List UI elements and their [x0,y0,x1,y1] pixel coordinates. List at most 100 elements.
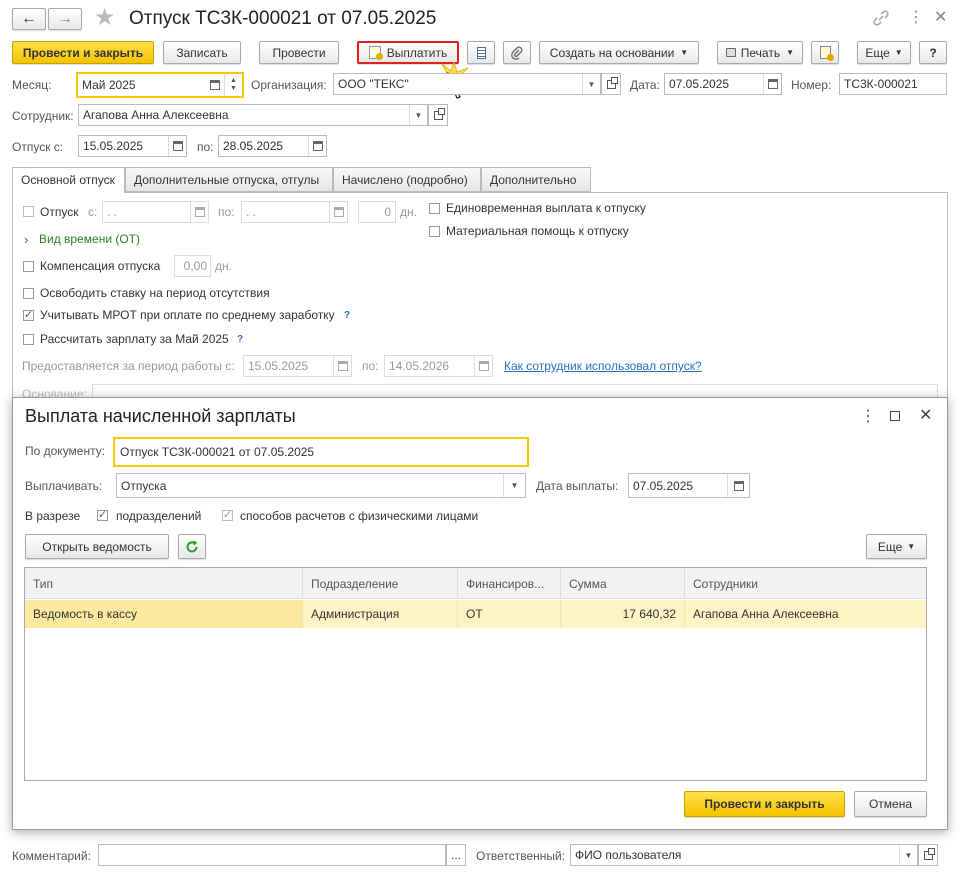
dropdown-arrow-icon[interactable]: ▼ [899,845,917,865]
help-question-icon[interactable]: ? [237,334,243,345]
calendar-icon [333,207,344,217]
calendar-button[interactable] [168,136,186,156]
dialog-doc-field[interactable]: Отпуск ТС3К-000021 от 07.05.2025 [113,437,529,467]
favorite-star-icon[interactable]: ★ [94,5,116,31]
dialog-pay-date-field[interactable]: 07.05.2025 [628,473,750,498]
column-header-department[interactable]: Подразделение [303,568,458,599]
tab-main-vacation[interactable]: Основной отпуск [12,167,125,193]
vacation-from-label: Отпуск с: [12,140,64,154]
period-from-field[interactable]: 15.05.2025 [243,355,352,377]
calendar-icon [478,361,489,371]
dropdown-arrow-icon[interactable]: ▼ [582,74,600,94]
days-unit: дн. [400,205,417,219]
date-field[interactable]: 07.05.2025 [664,73,782,95]
ellipsis-icon: ... [450,848,461,862]
open-statement-button[interactable]: Открыть ведомость [25,534,169,559]
calendar-button[interactable] [308,136,326,156]
dialog-more-button[interactable]: Еще ▼ [866,534,927,559]
post-and-close-button[interactable]: Провести и закрыть [12,41,154,64]
help-button[interactable]: ? [919,41,947,64]
report-icon [819,46,834,61]
period-label: Предоставляется за период работы с: [22,359,235,373]
calendar-button[interactable] [763,74,781,94]
responsible-field[interactable]: ФИО пользователя ▼ [570,844,918,866]
more-button[interactable]: Еще ▼ [857,41,911,64]
pay-button[interactable]: Выплатить [357,41,459,64]
vacation-to-field[interactable]: 28.05.2025 [218,135,327,157]
tab-additional-vacations[interactable]: Дополнительные отпуска, отгулы [125,167,333,192]
responsible-open-button[interactable] [918,844,938,866]
release-rate-checkbox[interactable] [23,288,34,299]
calendar-button[interactable] [329,202,347,222]
table-row[interactable]: Ведомость в кассу Администрация ОТ 17 64… [25,600,926,628]
calendar-button[interactable] [474,356,492,376]
create-based-on-button[interactable]: Создать на основании ▼ [539,41,699,64]
forward-button[interactable]: → [48,8,82,30]
tab-accrued-detail[interactable]: Начислено (подробно) [333,167,481,192]
number-field[interactable]: ТС3К-000021 [839,73,947,95]
employee-open-button[interactable] [428,104,448,126]
compensation-field[interactable]: 0,00 [174,255,211,277]
dialog-pay-field[interactable]: Отпуска ▼ [116,473,526,498]
print-button[interactable]: Печать ▼ [717,41,803,64]
vacation-usage-link[interactable]: Как сотрудник использовал отпуск? [504,359,702,373]
mrot-checkbox[interactable]: ✓ [23,310,34,321]
material-aid-checkbox[interactable] [429,226,440,237]
dialog-cancel-button[interactable]: Отмена [854,791,927,817]
comment-field[interactable] [98,844,446,866]
employee-field[interactable]: Агапова Анна Алексеевна ▼ [78,104,428,126]
save-button[interactable]: Записать [163,41,241,64]
time-type-link[interactable]: Вид времени (ОТ) [39,232,140,246]
compensation-checkbox[interactable] [23,261,34,272]
from-field[interactable]: . . [102,201,209,223]
maximize-icon[interactable] [890,411,900,421]
calendar-icon [312,141,323,151]
calendar-button[interactable] [206,74,224,96]
help-question-icon[interactable]: ? [344,310,350,321]
calendar-button[interactable] [333,356,351,376]
post-button[interactable]: Провести [259,41,339,64]
report-button[interactable] [811,41,839,64]
spin-button[interactable]: ▲ ▼ [224,74,242,96]
lump-sum-checkbox[interactable] [429,203,440,214]
organization-open-button[interactable] [601,73,621,95]
vacation-checkbox[interactable] [23,206,34,217]
period-to-field[interactable]: 14.05.2026 [384,355,493,377]
cell-employees: Агапова Анна Алексеевна [693,607,839,621]
vacation-from-field[interactable]: 15.05.2025 [78,135,187,157]
dialog-post-and-close-button[interactable]: Провести и закрыть [684,791,845,817]
comment-select-button[interactable]: ... [446,844,466,866]
to-value: . . [246,205,257,219]
organization-field[interactable]: ООО "ТЕКС" ▼ [333,73,601,95]
chevron-right-icon[interactable]: › [24,232,28,247]
more-vertical-icon[interactable]: ⋮ [908,8,924,28]
month-field[interactable]: Май 2025 ▲ ▼ [76,72,244,98]
close-icon[interactable]: ✕ [934,8,947,28]
dropdown-arrow-icon[interactable]: ▼ [503,474,525,497]
close-icon[interactable]: ✕ [919,405,932,425]
calendar-button[interactable] [190,202,208,222]
departments-checkbox[interactable]: ✓ [97,510,108,521]
dialog-pay-label: Выплачивать: [25,479,103,493]
column-header-employees[interactable]: Сотрудники [685,568,926,599]
link-icon[interactable] [872,9,890,27]
basis-field[interactable] [92,384,938,398]
list-icon-button[interactable] [467,41,495,64]
dropdown-arrow-icon[interactable]: ▼ [409,105,427,125]
more-vertical-icon[interactable]: ⋮ [860,406,876,426]
arrow-right-icon: → [57,10,73,27]
column-header-type[interactable]: Тип [25,568,303,599]
calc-methods-checkbox[interactable]: ✓ [222,510,233,521]
material-aid-label: Материальная помощь к отпуску [446,224,629,238]
column-header-financing[interactable]: Финансиров... [458,568,561,599]
days-field[interactable]: 0 [358,201,396,223]
attach-button[interactable] [503,41,531,64]
column-header-amount[interactable]: Сумма [561,568,685,599]
cell-type: Ведомость в кассу [25,600,303,628]
tab-additional[interactable]: Дополнительно [481,167,591,192]
calc-salary-checkbox[interactable] [23,334,34,345]
refresh-button[interactable] [178,534,206,559]
to-field[interactable]: . . [241,201,348,223]
back-button[interactable]: ← [12,8,46,30]
calendar-button[interactable] [727,474,749,497]
